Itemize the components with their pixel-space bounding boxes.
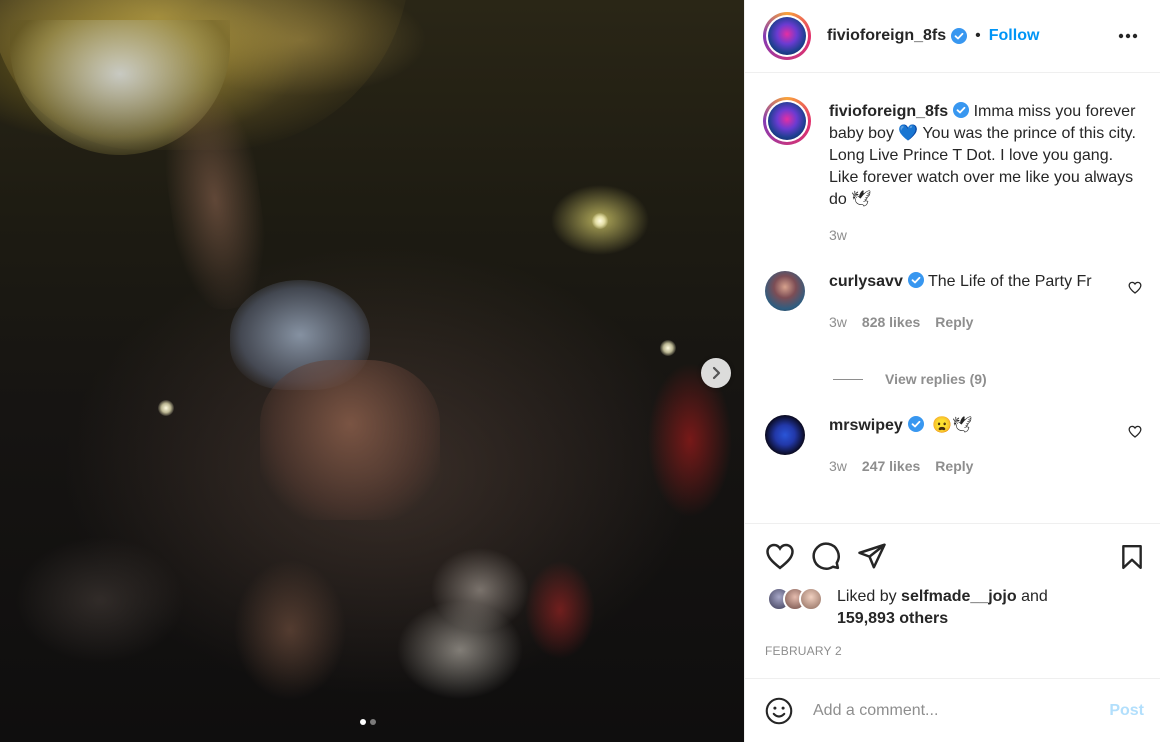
comment-item: curlysavv The Life of the Party Fr 3w 82… <box>763 271 1144 333</box>
heart-icon <box>1128 425 1142 438</box>
post-header: fivioforeign_8fs • Follow <box>745 0 1160 73</box>
more-options-button[interactable] <box>1118 26 1138 44</box>
commenter-username[interactable]: curlysavv <box>829 273 903 290</box>
stage-light <box>592 213 608 229</box>
post-photo[interactable] <box>0 0 744 742</box>
more-horizontal-icon <box>1118 33 1138 39</box>
comment-like-button[interactable] <box>1128 425 1142 443</box>
comment-timestamp: 3w <box>829 458 847 474</box>
caption-author-avatar[interactable] <box>763 97 811 145</box>
liked-by-user-link[interactable]: selfmade__jojo <box>901 588 1017 605</box>
share-button[interactable] <box>857 542 887 570</box>
save-button[interactable] <box>1120 544 1144 575</box>
follow-button[interactable]: Follow <box>989 27 1040 45</box>
slide-dot <box>370 719 376 725</box>
comment-timestamp: 3w <box>829 314 847 330</box>
comment-like-button[interactable] <box>1128 281 1142 299</box>
post-sidebar: fivioforeign_8fs • Follow fivioforeign_8… <box>744 0 1160 742</box>
comment-likes[interactable]: 828 likes <box>862 311 920 333</box>
commenter-avatar[interactable] <box>765 271 805 311</box>
comment-text: 😦🕊 <box>932 417 973 434</box>
comment-likes[interactable]: 247 likes <box>862 455 920 477</box>
commenter-avatar[interactable] <box>765 415 805 455</box>
caption-timestamp: 3w <box>829 227 847 243</box>
like-button[interactable] <box>765 542 795 570</box>
view-replies-label: View replies (9) <box>885 371 987 387</box>
heart-icon <box>766 543 794 570</box>
reply-button[interactable]: Reply <box>935 311 973 333</box>
author-avatar[interactable] <box>763 12 811 60</box>
phone-light <box>660 340 676 356</box>
slide-dot-active <box>360 719 366 725</box>
likes-count-link[interactable]: 159,893 others <box>837 610 948 627</box>
liked-by-row: Liked by selfmade__jojo and 159,893 othe… <box>765 587 1144 630</box>
paper-plane-icon <box>858 543 886 569</box>
verified-badge-icon <box>907 416 924 432</box>
view-replies-button[interactable]: View replies (9) <box>833 371 1144 387</box>
post-comment-button[interactable]: Post <box>1109 702 1144 720</box>
commenter-username[interactable]: mrswipey <box>829 417 903 434</box>
comment-meta: 3w 247 likes Reply <box>829 455 1119 477</box>
bookmark-icon <box>1122 544 1142 570</box>
verified-badge-icon <box>907 272 924 288</box>
divider-line <box>833 378 863 380</box>
verified-badge-icon <box>953 102 970 118</box>
comment-input[interactable] <box>813 701 1110 720</box>
caption-avatar-image <box>768 102 806 140</box>
instagram-post-modal: fivioforeign_8fs • Follow fivioforeign_8… <box>0 0 1160 742</box>
author-username[interactable]: fivioforeign_8fs <box>827 27 946 45</box>
comment-text: The Life of the Party Fr <box>928 273 1092 290</box>
post-actions-section: Liked by selfmade__jojo and 159,893 othe… <box>745 523 1160 678</box>
comment-composer: Post <box>745 678 1160 742</box>
phone-light <box>158 400 174 416</box>
comment-button[interactable] <box>811 541 841 571</box>
crowd-surfer-torso <box>260 360 440 520</box>
header-user-row: fivioforeign_8fs • Follow <box>827 27 1039 45</box>
verified-badge-icon <box>951 28 968 44</box>
next-slide-button[interactable] <box>701 358 731 388</box>
reply-button[interactable]: Reply <box>935 455 973 477</box>
action-bar <box>765 524 1144 588</box>
comment-bubble-icon <box>812 542 840 570</box>
slide-indicator <box>360 719 376 725</box>
liker-avatar <box>799 587 823 611</box>
comment-item: mrswipey 😦🕊 3w 247 likes Reply <box>763 415 1144 477</box>
chevron-right-icon <box>712 366 721 380</box>
liked-by-text: Liked by selfmade__jojo and 159,893 othe… <box>837 588 1048 627</box>
heart-icon <box>1128 281 1142 294</box>
post-date[interactable]: FEBRUARY 2 <box>765 644 1144 678</box>
author-avatar-image <box>768 17 806 55</box>
emoji-button[interactable] <box>765 697 793 725</box>
liker-avatars[interactable] <box>767 587 829 613</box>
comments-list[interactable]: fivioforeign_8fs Imma miss you forever b… <box>745 73 1160 523</box>
separator-dot: • <box>975 27 981 44</box>
comment-meta: 3w 828 likes Reply <box>829 311 1119 333</box>
caption-username[interactable]: fivioforeign_8fs <box>829 103 948 120</box>
post-caption: fivioforeign_8fs Imma miss you forever b… <box>763 97 1144 211</box>
smiley-icon <box>765 697 793 724</box>
